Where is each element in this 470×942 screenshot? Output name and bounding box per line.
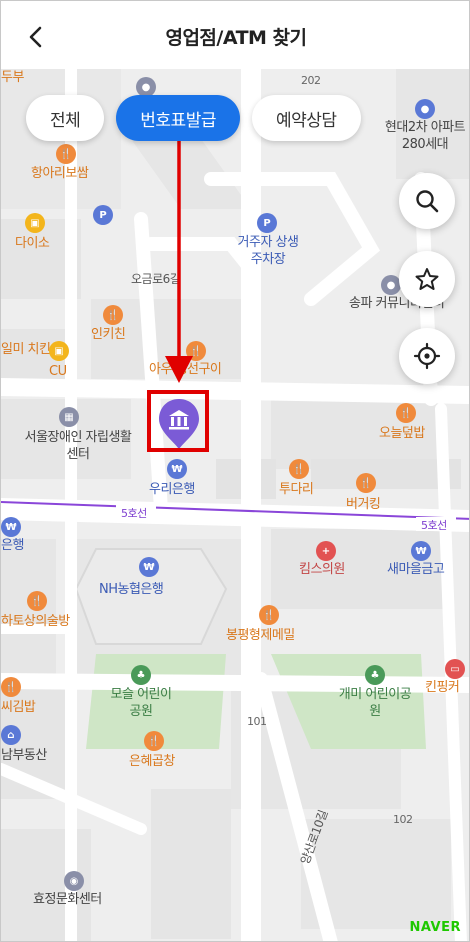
locate-icon [413,342,441,370]
annotation-arrow [165,141,193,383]
filter-all[interactable]: 전체 [26,95,105,141]
filter-ticket[interactable]: 번호표발급 [116,95,240,141]
locate-button[interactable] [399,328,455,384]
app-frame: 영업점/ATM 찾기 두부 202 ● ● 현대2차 아파트 280세대 🍴 항… [0,0,470,942]
annotation-highlight-box [147,390,209,452]
search-button[interactable] [399,173,455,229]
star-icon [415,268,439,290]
naver-logo: NAVER [409,920,461,935]
filter-reservation[interactable]: 예약상담 [251,95,361,141]
search-icon [416,190,439,213]
filter-chips: 전체 번호표발급 예약상담 [26,95,361,141]
favorite-button[interactable] [399,251,455,307]
